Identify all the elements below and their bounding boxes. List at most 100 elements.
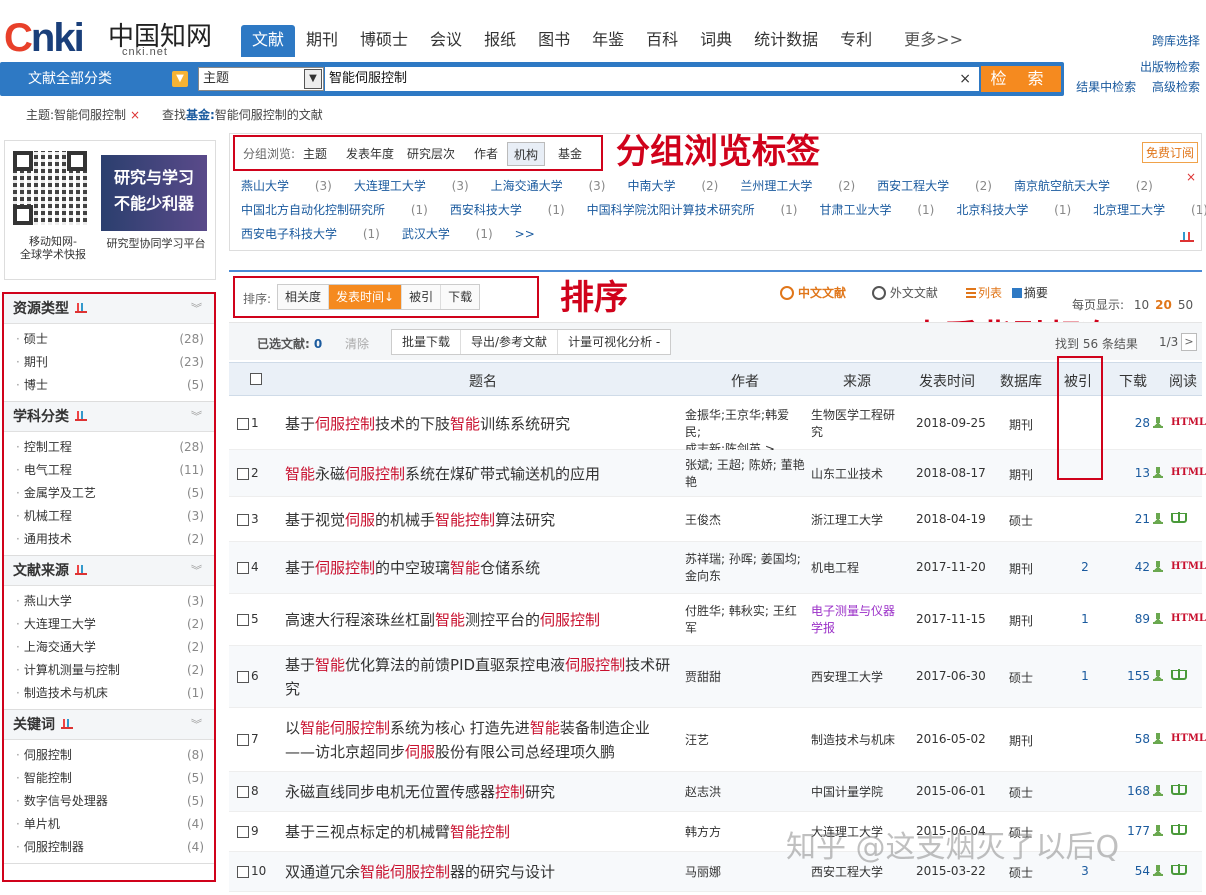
result-source[interactable]: 西安工程大学 [811,864,903,881]
close-icon[interactable]: × [1186,170,1196,184]
download-icon[interactable] [1153,561,1163,572]
facet-item[interactable]: 博士 (5) [4,374,214,397]
checkbox[interactable] [237,513,249,526]
col-downloads[interactable]: 下载 [1119,371,1147,391]
result-source[interactable]: 西安理工大学 [811,669,903,686]
result-title-link[interactable]: 高速大行程滚珠丝杠副智能测控平台的伺服控制 [285,608,679,632]
checkbox[interactable] [237,671,249,683]
row-checkbox[interactable] [237,614,249,629]
facet-item[interactable]: 上海交通大学 (2) [4,636,214,659]
tab-7[interactable]: 百科 [635,25,689,57]
result-source[interactable]: 机电工程 [811,560,903,577]
per-page-option[interactable]: 10 [1134,298,1149,312]
result-title-link[interactable]: 双通道冗余智能伺服控制器的研究与设计 [285,860,679,884]
topic-crumb[interactable]: 主题:智能伺服控制 [26,108,126,122]
result-download[interactable]: 28 [1119,416,1163,430]
tab-more[interactable]: 更多>> [893,25,974,57]
result-title-link[interactable]: 基于智能优化算法的前馈PID直驱泵控电液伺服控制技术研究 [285,653,679,701]
chart-icon[interactable] [1180,232,1194,242]
download-icon[interactable] [1153,825,1163,836]
facet-item[interactable]: 机械工程 (3) [4,505,214,528]
row-checkbox[interactable] [237,786,249,801]
col-author[interactable]: 作者 [731,371,759,391]
tab-2[interactable]: 博硕士 [349,25,419,57]
facet-item[interactable]: 计算机测量与控制 (2) [4,659,214,682]
download-icon[interactable] [1153,613,1163,624]
list-view-tab[interactable]: 列表 [966,286,1002,300]
institution-link[interactable]: 西安电子科技大学 (1) [241,227,380,241]
tab-5[interactable]: 图书 [527,25,581,57]
read-link[interactable] [1171,864,1187,878]
institution-link[interactable]: 大连理工大学 (3) [354,179,469,193]
cross-db-link[interactable]: 跨库选择 [1070,28,1200,54]
download-icon[interactable] [1153,865,1163,876]
download-icon[interactable] [1153,417,1163,428]
col-read[interactable]: 阅读 [1169,371,1197,391]
publication-search-link[interactable]: 出版物检索 [1070,54,1200,80]
result-authors[interactable]: 汪艺 [685,732,805,749]
next-page-button[interactable]: > [1181,333,1197,351]
select-all-checkbox[interactable] [250,373,262,389]
tab-9[interactable]: 统计数据 [743,25,829,57]
facet-item[interactable]: 金属学及工艺 (5) [4,482,214,505]
download-icon[interactable] [1153,733,1163,744]
read-link[interactable]: HTML [1171,613,1206,624]
result-authors[interactable]: 张斌; 王超; 陈娇; 董艳 艳 [685,457,805,491]
checkbox[interactable] [237,562,249,574]
institution-link[interactable]: 西安工程大学 (2) [877,179,992,193]
promo-banner[interactable]: 研究与学习 不能少利器 [101,155,207,231]
institution-link[interactable]: >> [515,227,557,241]
result-authors[interactable]: 贾甜甜 [685,669,805,686]
facet-item[interactable]: 控制工程 (28) [4,436,214,459]
group-tab[interactable]: 机构 [507,142,546,166]
result-source[interactable]: 中国计量学院 [811,784,903,801]
row-checkbox[interactable] [237,734,249,749]
result-download[interactable]: 54 [1119,864,1163,878]
read-link[interactable]: HTML [1171,467,1206,478]
result-download[interactable]: 42 [1119,560,1163,574]
col-date[interactable]: 发表时间 [919,371,975,391]
result-download[interactable]: 13 [1119,466,1163,480]
facet-header[interactable]: 关键词 ︾ [4,710,214,740]
tab-1[interactable]: 期刊 [295,25,349,57]
result-authors[interactable]: 赵志洪 [685,784,805,801]
result-download[interactable]: 155 [1119,669,1163,683]
facet-item[interactable]: 通用技术 (2) [4,528,214,551]
tab-0[interactable]: 文献 [241,25,296,57]
batch-action-button[interactable]: 批量下载 [392,330,462,354]
clear-selection-button[interactable]: 清除 [345,335,369,352]
result-citations[interactable]: 2 [1080,560,1090,574]
chevron-down-icon[interactable]: ︾ [191,556,202,586]
read-link[interactable] [1171,511,1187,526]
institution-link[interactable]: 中国科学院沈阳计算技术研究所 (1) [587,203,798,217]
facet-header[interactable]: 学科分类 ︾ [4,402,214,432]
result-title-link[interactable]: 智能永磁伺服控制系统在煤矿带式输送机的应用 [285,462,679,486]
result-title-link[interactable]: 基于三视点标定的机械臂智能控制 [285,820,679,844]
clear-icon[interactable]: × [959,67,971,91]
facet-header[interactable]: 资源类型 ︾ [4,294,214,324]
facet-item[interactable]: 燕山大学 (3) [4,590,214,613]
search-button[interactable]: 检 索 [981,66,1061,92]
read-link[interactable]: HTML [1171,417,1206,428]
chart-icon[interactable] [75,411,87,421]
result-title-link[interactable]: 永磁直线同步电机无位置传感器控制研究 [285,780,679,804]
col-database[interactable]: 数据库 [1000,371,1042,391]
checkbox[interactable] [237,614,249,626]
group-tab[interactable]: 发表年度 [340,142,400,166]
free-subscribe-button[interactable]: 免费订阅 [1142,142,1199,163]
facet-item[interactable]: 制造技术与机床 (1) [4,682,214,705]
chevron-down-icon[interactable]: ︾ [191,710,202,740]
facet-item[interactable]: 伺服控制 (8) [4,744,214,767]
group-tab[interactable]: 研究层次 [401,142,461,166]
result-source[interactable]: 电子测量与仪器 学报 [811,603,903,637]
summary-view-tab[interactable]: 摘要 [1011,286,1048,300]
search-in-results-link[interactable]: 结果中检索 [1076,80,1136,94]
sort-option[interactable]: 发表时间↓ [329,285,403,309]
result-citations[interactable]: 3 [1080,864,1090,878]
facet-item[interactable]: 电气工程 (11) [4,459,214,482]
per-page-option[interactable]: 50 [1178,298,1193,312]
download-icon[interactable] [1153,785,1163,796]
advanced-search-link[interactable]: 高级检索 [1152,80,1200,94]
read-link[interactable]: HTML [1171,561,1206,572]
read-link[interactable] [1171,669,1187,683]
